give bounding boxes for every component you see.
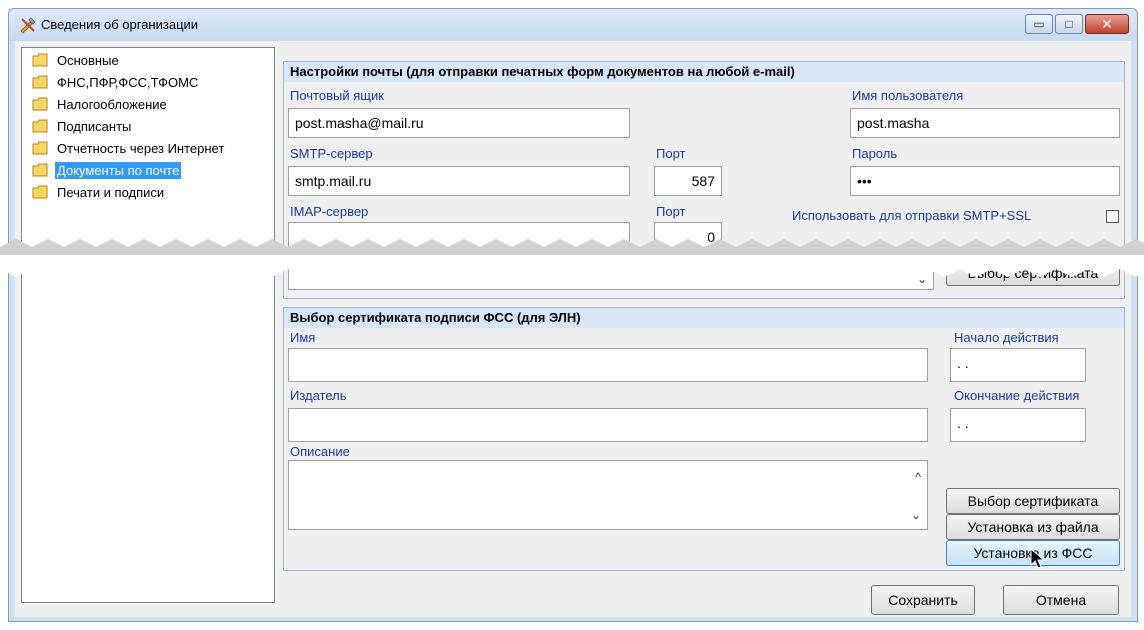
title-bar[interactable]: Сведения об организации ▭ □ ✕ xyxy=(9,9,1137,41)
tree-item-label: Печати и подписи xyxy=(57,184,165,200)
section-tree: Основные ФНС,ПФР,ФСС,ТФОМС Налогообложен… xyxy=(21,47,275,603)
folder-icon xyxy=(32,97,48,111)
ssl-label: Использовать для отправки SMTP+SSL xyxy=(792,208,1032,223)
torn-edge-divider xyxy=(0,239,1144,277)
cancel-button[interactable]: Отмена xyxy=(1003,585,1119,615)
scroll-down-icon[interactable]: ⌄ xyxy=(911,501,921,529)
end-date-field[interactable]: . . xyxy=(950,408,1086,442)
tree-item-label: Основные xyxy=(57,52,119,68)
description-field[interactable]: ^ ⌄ xyxy=(288,460,928,530)
smtp-server-field[interactable]: smtp.mail.ru xyxy=(288,166,630,196)
tree-item-stamps[interactable]: Печати и подписи xyxy=(32,182,166,202)
save-button[interactable]: Сохранить xyxy=(871,585,975,615)
scroll-up-icon[interactable]: ^ xyxy=(915,463,921,491)
minimize-icon: ▭ xyxy=(1033,17,1045,31)
tree-item-main[interactable]: Основные xyxy=(32,50,121,70)
choose-fss-certificate-button[interactable]: Выбор сертификата xyxy=(946,488,1120,514)
end-label: Окончание действия xyxy=(954,388,1080,403)
name-field[interactable] xyxy=(288,348,928,382)
password-label: Пароль xyxy=(852,146,898,161)
password-field[interactable]: ••• xyxy=(850,166,1120,196)
tree-item-taxation[interactable]: Налогообложение xyxy=(32,94,169,114)
close-button[interactable]: ✕ xyxy=(1085,14,1129,34)
mailbox-label: Почтовый ящик xyxy=(290,88,384,103)
tree-item-label: Налогообложение xyxy=(57,96,167,112)
ssl-checkbox[interactable] xyxy=(1106,210,1119,223)
folder-icon xyxy=(32,185,48,199)
folder-icon xyxy=(32,75,48,89)
tree-item-reporting[interactable]: Отчетность через Интернет xyxy=(32,138,226,158)
folder-icon xyxy=(32,119,48,133)
tree-item-label: ФНС,ПФР,ФСС,ТФОМС xyxy=(57,74,199,90)
close-icon: ✕ xyxy=(1101,16,1113,32)
username-label: Имя пользователя xyxy=(852,88,964,103)
tree-item-label: Отчетность через Интернет xyxy=(57,140,225,156)
install-from-file-button[interactable]: Установка из файла xyxy=(946,514,1120,540)
folder-icon xyxy=(32,141,48,155)
minimize-button[interactable]: ▭ xyxy=(1025,14,1053,34)
mail-settings-heading: Настройки почты (для отправки печатных ф… xyxy=(284,62,1124,82)
start-label: Начало действия xyxy=(954,330,1059,345)
maximize-icon: □ xyxy=(1065,17,1073,31)
description-label: Описание xyxy=(290,444,350,459)
imap-label: IMAP-сервер xyxy=(290,204,369,219)
mouse-cursor-icon xyxy=(1030,548,1046,569)
username-field[interactable]: post.masha xyxy=(850,108,1120,138)
tools-icon xyxy=(20,17,36,34)
tree-item-label: Подписанты xyxy=(57,118,132,134)
smtp-port-field[interactable]: 587 xyxy=(654,166,722,196)
smtp-port-label: Порт xyxy=(656,146,686,161)
open-folder-icon xyxy=(32,163,48,177)
dialog-client: Основные ФНС,ПФР,ФСС,ТФОМС Налогообложен… xyxy=(15,41,1131,617)
maximize-button[interactable]: □ xyxy=(1055,14,1083,34)
window-title: Сведения об организации xyxy=(41,17,199,32)
dialog-window: Сведения об организации ▭ □ ✕ Основные Ф… xyxy=(8,8,1138,622)
issuer-label: Издатель xyxy=(290,388,347,403)
smtp-label: SMTP-сервер xyxy=(290,146,373,161)
tree-item-label: Документы по почте xyxy=(55,161,182,179)
start-date-field[interactable]: . . xyxy=(950,348,1086,382)
tree-item-signers[interactable]: Подписанты xyxy=(32,116,133,136)
name-label: Имя xyxy=(290,330,316,345)
folder-icon xyxy=(32,53,48,67)
issuer-field[interactable] xyxy=(288,408,928,442)
mailbox-field[interactable]: post.masha@mail.ru xyxy=(288,108,630,138)
tree-item-email-docs[interactable]: Документы по почте xyxy=(32,160,182,180)
tree-item-funds[interactable]: ФНС,ПФР,ФСС,ТФОМС xyxy=(32,72,200,92)
imap-port-label: Порт xyxy=(656,204,686,219)
fss-certificate-group: Выбор сертификата подписи ФСС (для ЭЛН) … xyxy=(283,307,1125,571)
fss-heading: Выбор сертификата подписи ФСС (для ЭЛН) xyxy=(284,308,1124,328)
